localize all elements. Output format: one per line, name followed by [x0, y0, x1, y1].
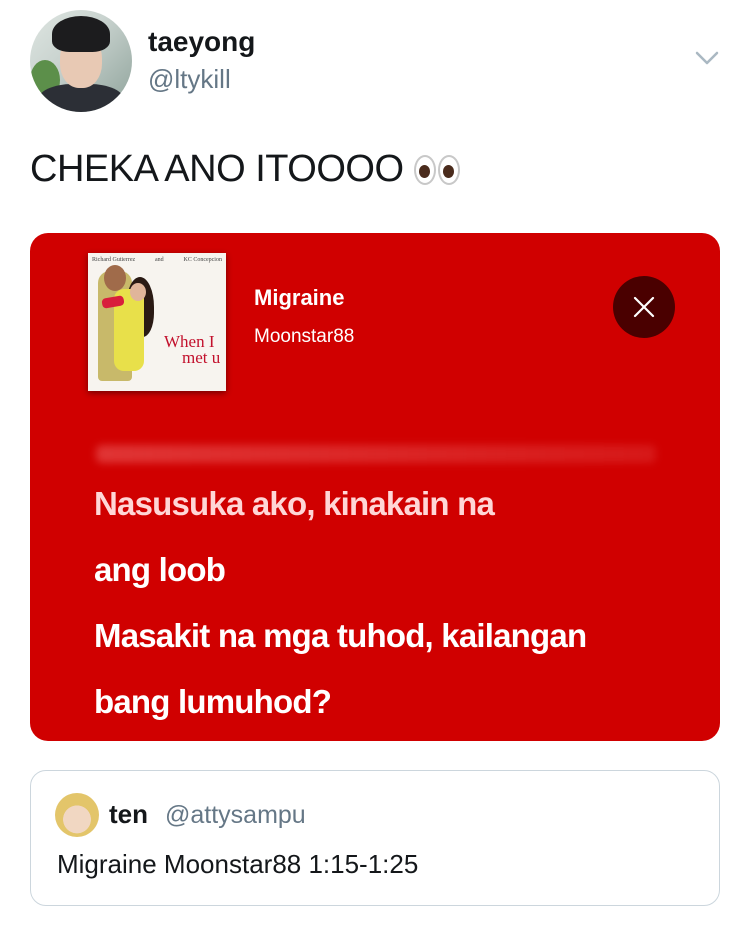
quoted-tweet-text: Migraine Moonstar88 1:15-1:25	[57, 849, 419, 879]
close-button[interactable]	[613, 276, 675, 338]
tweet: taeyong @ltykill CHEKA ANO ITOOOO Richar…	[0, 0, 750, 940]
cover-connector: and	[154, 257, 164, 263]
faded-lyric-line	[96, 445, 656, 463]
artist-name: Moonstar88	[254, 326, 355, 347]
song-title: Migraine	[254, 285, 345, 310]
quoted-author-handle[interactable]: @attysampu	[165, 801, 306, 830]
tweet-text-content: CHEKA ANO ITOOOO	[30, 148, 404, 190]
author-display-name[interactable]: taeyong	[148, 26, 255, 58]
cover-name-left: Richard Gutierrez	[92, 257, 136, 263]
quoted-author-name[interactable]: ten	[109, 799, 148, 830]
lyric-line: ang loob	[94, 551, 226, 588]
album-cover: Richard Gutierrez and KC Concepcion When…	[88, 253, 226, 391]
author-avatar[interactable]	[30, 10, 132, 112]
chevron-down-icon[interactable]	[694, 48, 720, 68]
author-handle[interactable]: @ltykill	[148, 64, 231, 95]
tweet-text: CHEKA ANO ITOOOO	[30, 148, 460, 191]
close-icon	[633, 296, 655, 318]
lyric-line: bang lumuhod?	[94, 683, 332, 720]
eyes-emoji-icon	[413, 154, 460, 185]
cover-name-right: KC Concepcion	[183, 257, 222, 263]
lyric-line: Nasusuka ako, kinakain na	[94, 485, 495, 522]
cover-title-line2: met u	[182, 348, 221, 367]
quoted-tweet[interactable]: ten @attysampu Migraine Moonstar88 1:15-…	[30, 770, 720, 906]
lyric-line: Masakit na mga tuhod, kailangan	[94, 617, 587, 654]
quoted-author-avatar[interactable]	[55, 793, 99, 837]
lyrics-card[interactable]: Richard Gutierrez and KC Concepcion When…	[30, 233, 720, 741]
